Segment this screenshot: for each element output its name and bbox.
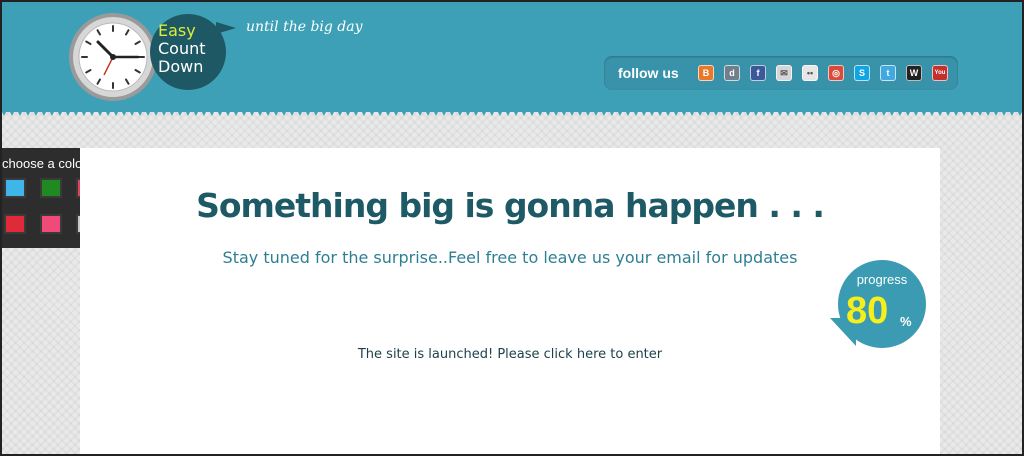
follow-us-bar: follow us B d f ✉ •• ◎ S t W You — [604, 56, 958, 90]
progress-unit: % — [900, 314, 912, 329]
blogger-icon[interactable]: B — [698, 65, 714, 81]
wordpress-icon[interactable]: W — [906, 65, 922, 81]
headline: Something big is gonna happen . . . — [196, 186, 825, 225]
facebook-icon[interactable]: f — [750, 65, 766, 81]
delicious-icon[interactable]: d — [724, 65, 740, 81]
site-logo[interactable]: Easy Count Down — [158, 22, 228, 76]
email-icon[interactable]: ✉ — [776, 65, 792, 81]
logo-line-count: Count — [158, 39, 206, 58]
progress-bubble: progress 80 % — [838, 260, 926, 348]
logo-line-easy: Easy — [158, 21, 196, 40]
color-picker-title: choose a color — [2, 156, 87, 171]
youtube-icon[interactable]: You — [932, 65, 948, 81]
twitter-icon[interactable]: t — [880, 65, 896, 81]
follow-us-label: follow us — [618, 65, 679, 81]
site-header: Easy Count Down until the big day follow… — [0, 0, 1024, 112]
color-swatch-pink[interactable] — [40, 214, 62, 234]
color-swatch-red[interactable] — [4, 214, 26, 234]
main-content: Something big is gonna happen . . . Stay… — [80, 148, 940, 456]
clock-logo-icon — [69, 13, 157, 101]
tagline: until the big day — [246, 19, 363, 35]
skype-icon[interactable]: S — [854, 65, 870, 81]
logo-line-down: Down — [158, 57, 204, 76]
progress-label: progress — [856, 272, 908, 287]
subheadline: Stay tuned for the surprise..Feel free t… — [222, 248, 798, 267]
flickr-icon[interactable]: •• — [802, 65, 818, 81]
enter-site-link[interactable]: The site is launched! Please click here … — [80, 347, 940, 362]
picasa-icon[interactable]: ◎ — [828, 65, 844, 81]
progress-value: 80 — [846, 290, 889, 332]
color-swatch-green[interactable] — [40, 178, 62, 198]
color-swatch-blue[interactable] — [4, 178, 26, 198]
header-zigzag-edge — [0, 108, 1024, 118]
